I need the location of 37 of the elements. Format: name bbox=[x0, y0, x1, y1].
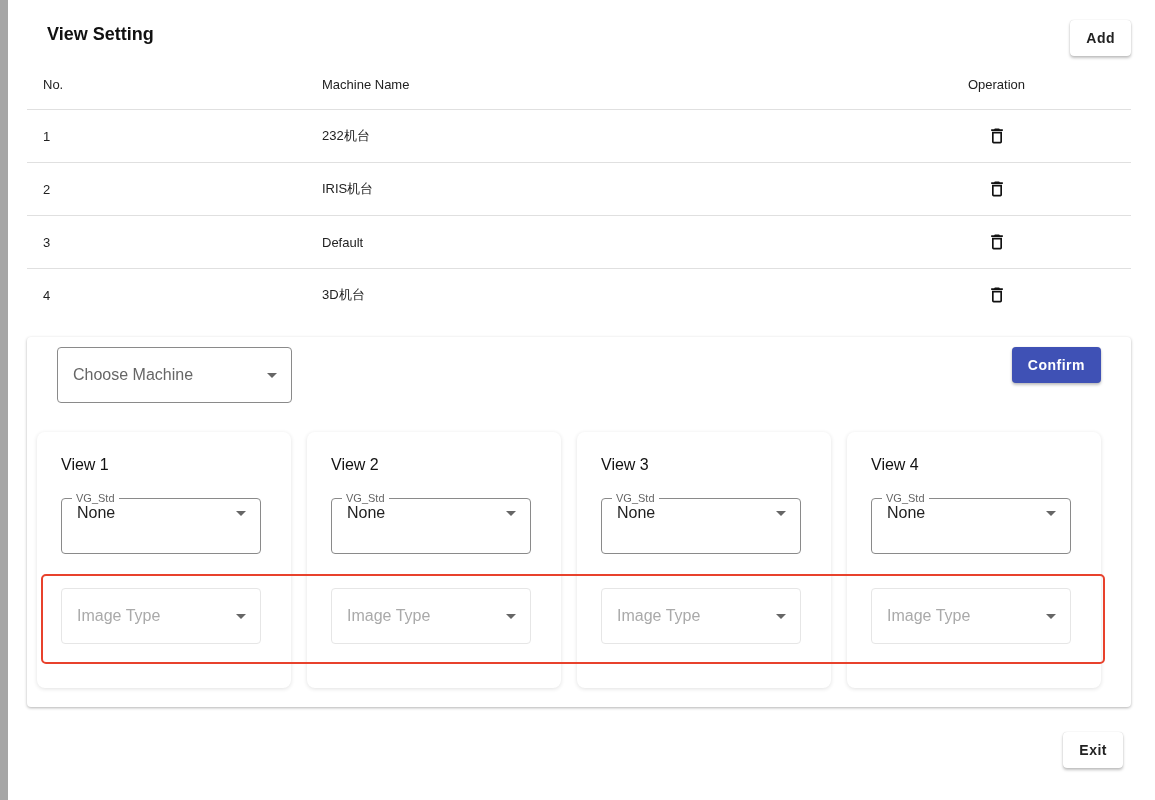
std-select[interactable]: VG_Std None bbox=[61, 492, 261, 554]
caret-icon bbox=[506, 613, 516, 619]
field-label: VG_Std bbox=[345, 492, 386, 504]
field-label: VG_Std bbox=[75, 492, 116, 504]
caret-icon bbox=[236, 613, 246, 619]
table-cell-text: 3 bbox=[43, 234, 52, 250]
field-label: VG_Std bbox=[615, 492, 656, 504]
caret-icon bbox=[267, 372, 277, 378]
column-header: Operation bbox=[967, 77, 1026, 92]
confirm-button[interactable]: Confirm bbox=[1011, 347, 1101, 383]
std-select[interactable]: VG_Std None bbox=[601, 492, 801, 554]
caret-icon bbox=[506, 510, 516, 516]
table-cell-text: 3D机台 bbox=[322, 286, 366, 304]
caret-icon bbox=[1046, 510, 1056, 516]
std-select[interactable]: VG_Std None bbox=[331, 492, 531, 554]
table-cell-text: 2 bbox=[43, 181, 52, 197]
view-title: View 3 bbox=[601, 456, 650, 474]
exit-button[interactable]: Exit bbox=[1063, 732, 1123, 768]
caret-icon bbox=[776, 510, 786, 516]
machine-select[interactable]: Choose Machine bbox=[57, 347, 292, 403]
caret-icon bbox=[776, 613, 786, 619]
caret-icon bbox=[1046, 613, 1056, 619]
table-cell-text: 4 bbox=[43, 287, 52, 303]
field-label: VG_Std bbox=[885, 492, 926, 504]
dialog-title: View Setting bbox=[47, 24, 154, 45]
caret-icon bbox=[236, 510, 246, 516]
table-cell-text: 232机台 bbox=[322, 127, 371, 145]
view-title: View 1 bbox=[61, 456, 110, 474]
add-button[interactable]: Add bbox=[1070, 20, 1131, 56]
table-cell-text: 1 bbox=[43, 128, 52, 144]
column-header: No. bbox=[43, 77, 65, 92]
table-cell-text: IRIS机台 bbox=[322, 180, 375, 198]
view-title: View 2 bbox=[331, 456, 380, 474]
view-title: View 4 bbox=[871, 456, 920, 474]
column-header: Machine Name bbox=[322, 77, 411, 92]
table-cell-text: Default bbox=[322, 234, 365, 250]
std-select[interactable]: VG_Std None bbox=[871, 492, 1071, 554]
